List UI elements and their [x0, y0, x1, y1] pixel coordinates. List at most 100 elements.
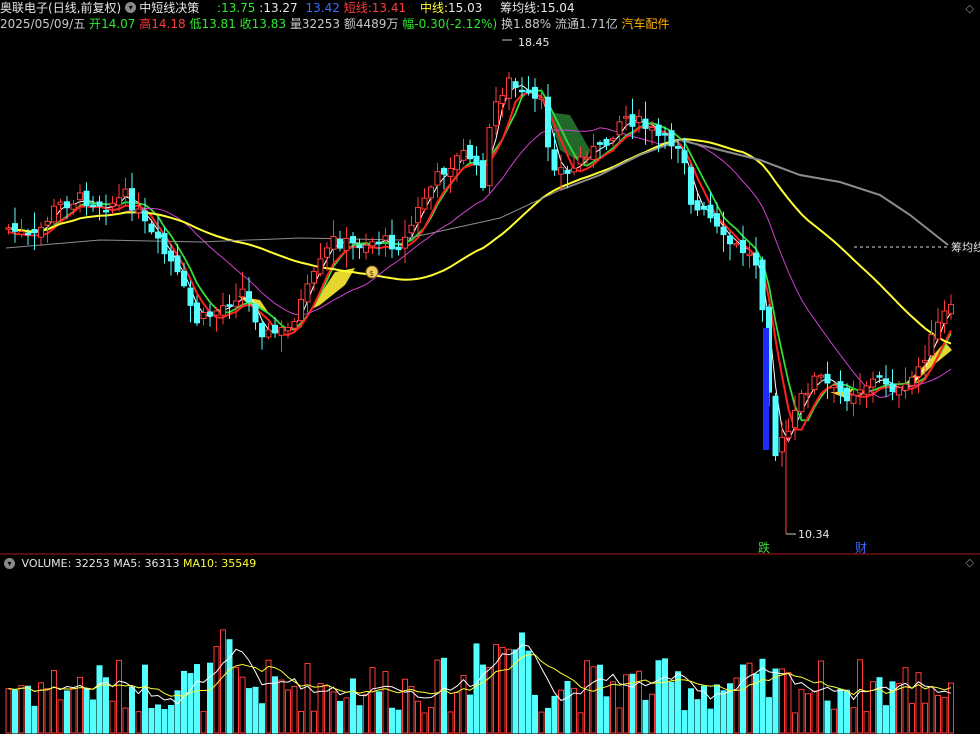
volume-bar	[493, 644, 499, 734]
volume-bar	[584, 660, 590, 734]
candle-body	[90, 204, 96, 207]
volume-bar	[213, 646, 220, 734]
candle-body	[883, 378, 889, 385]
candle-body	[532, 86, 538, 99]
volume-bar	[343, 697, 350, 734]
volume-bar	[226, 639, 233, 734]
candle-body	[311, 270, 317, 284]
volume-bar	[25, 685, 31, 734]
candle-body	[109, 202, 116, 207]
candle-body	[168, 250, 174, 262]
volume-bar	[135, 711, 142, 734]
high-marker-label: 18.45	[518, 36, 550, 49]
candle-body	[902, 383, 909, 391]
diamond-icon[interactable]: ◇	[966, 556, 974, 569]
volume-bar	[12, 689, 18, 734]
volume-bar	[454, 692, 460, 734]
candle-body	[233, 300, 239, 307]
candle-body	[720, 226, 727, 236]
candle-body	[356, 244, 363, 249]
volume-bar	[363, 694, 369, 734]
volume-bar	[519, 632, 525, 734]
volume-bar	[31, 705, 38, 734]
candle-body	[688, 167, 694, 205]
volume-bar	[642, 699, 649, 734]
volume-bar	[376, 691, 382, 734]
ma10-value: 35549	[221, 557, 257, 570]
candle-body	[447, 167, 454, 178]
signal-fall-label[interactable]: 跌	[758, 540, 770, 555]
volume-bar	[844, 689, 850, 734]
candle-body	[850, 394, 857, 404]
candle-body	[187, 287, 194, 306]
volume-bar	[460, 675, 467, 734]
candle-body	[454, 155, 460, 171]
ma5-label: MA5:	[113, 557, 142, 570]
volume-bar	[174, 690, 181, 734]
volume-bar	[571, 687, 577, 734]
candle-body	[694, 200, 701, 211]
candle-body	[499, 94, 506, 104]
candle-body	[285, 327, 291, 332]
candle-body	[51, 205, 57, 223]
candle-body	[363, 244, 369, 253]
candle-body	[668, 130, 675, 147]
candle-body	[246, 291, 252, 303]
volume-bar	[746, 662, 753, 734]
money-bag-icon[interactable]: $	[365, 265, 379, 279]
signal-bar	[763, 328, 769, 450]
volume-bar	[922, 702, 928, 734]
volume-bar	[564, 680, 571, 734]
candle-body	[603, 138, 610, 146]
volume-bar	[863, 711, 870, 734]
candle-body	[792, 409, 798, 429]
volume-bar	[707, 708, 714, 734]
volume-bar	[941, 697, 948, 734]
volume-title: VOLUME:	[21, 557, 72, 570]
volume-bar	[506, 648, 512, 734]
volume-bar	[499, 646, 506, 734]
kline-chart[interactable]: 18.45 10.34 筹均线 跌 财 $	[0, 0, 980, 734]
volume-bar	[96, 665, 103, 734]
candle-body	[382, 235, 389, 241]
candle-body	[649, 127, 655, 131]
low-marker-label: 10.34	[798, 528, 830, 541]
volume-bar	[883, 705, 889, 734]
candle-body	[740, 239, 746, 254]
candle-body	[402, 236, 408, 249]
candle-body	[291, 321, 298, 329]
volume-bar	[577, 712, 584, 734]
candle-body	[870, 378, 876, 388]
candle-body	[298, 299, 304, 322]
candle-body	[259, 323, 265, 338]
volume-bar	[233, 666, 239, 734]
volume-bar	[434, 659, 441, 734]
candle-body	[642, 118, 649, 129]
volume-bar	[408, 685, 415, 734]
candle-body	[116, 197, 122, 206]
candle-body	[395, 246, 402, 251]
volume-bar	[473, 643, 480, 734]
volume-bar	[772, 668, 779, 734]
volume-bar	[675, 671, 681, 734]
candle-body	[779, 436, 785, 453]
candle-body	[473, 155, 480, 166]
volume-ma10-line	[8, 654, 952, 697]
signal-finance-label[interactable]: 财	[855, 541, 867, 555]
volume-bar	[181, 670, 187, 734]
candle-body	[389, 234, 395, 250]
volume-bar	[70, 687, 77, 734]
volume-bar	[402, 678, 408, 734]
candle-body	[837, 381, 844, 393]
volume-bar	[896, 683, 902, 734]
volume-bar	[337, 700, 343, 734]
candle-body	[148, 223, 155, 233]
chip-average-line	[559, 138, 949, 246]
volume-bar	[207, 662, 213, 734]
candle-body	[161, 233, 168, 255]
volume-toggle-icon[interactable]: ▾	[4, 557, 15, 569]
volume-bar	[330, 691, 337, 734]
candle-body	[25, 232, 31, 236]
volume-bar	[239, 676, 246, 734]
candle-body	[727, 235, 733, 245]
